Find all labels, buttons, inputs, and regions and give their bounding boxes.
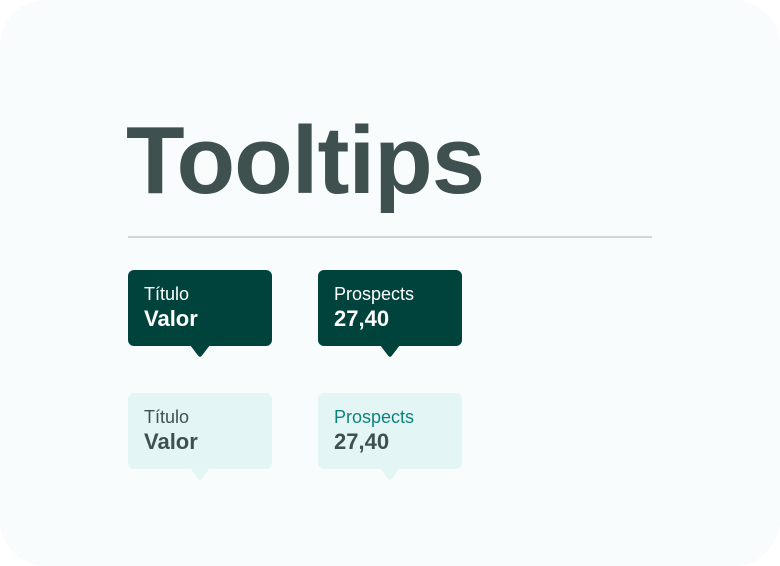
tooltip-dark-titulo: Título Valor: [128, 270, 272, 357]
tooltip-pointer: [190, 345, 210, 357]
tooltip-value: Valor: [144, 306, 198, 331]
tooltip-label: Título: [144, 407, 190, 427]
page-title: Tooltips: [126, 107, 485, 214]
tooltip-label: Prospects: [334, 407, 415, 427]
tooltip-dark-prospects: Prospects 27,40: [318, 270, 462, 357]
tooltip-value: 27,40: [334, 306, 390, 331]
tooltip-label: Prospects: [334, 284, 415, 304]
tooltip-value: Valor: [144, 429, 198, 454]
tooltip-light-prospects: Prospects 27,40: [318, 393, 462, 480]
tooltip-pointer: [190, 468, 210, 480]
tooltip-pointer: [380, 345, 400, 357]
tooltip-value: 27,40: [334, 429, 390, 454]
canvas-card: Tooltips Título Valor Prospects 27,40 Tí…: [0, 0, 780, 566]
tooltip-light-titulo: Título Valor: [128, 393, 272, 480]
tooltip-pointer: [380, 468, 400, 480]
tooltip-label: Título: [144, 284, 190, 304]
title-divider: [128, 236, 652, 238]
